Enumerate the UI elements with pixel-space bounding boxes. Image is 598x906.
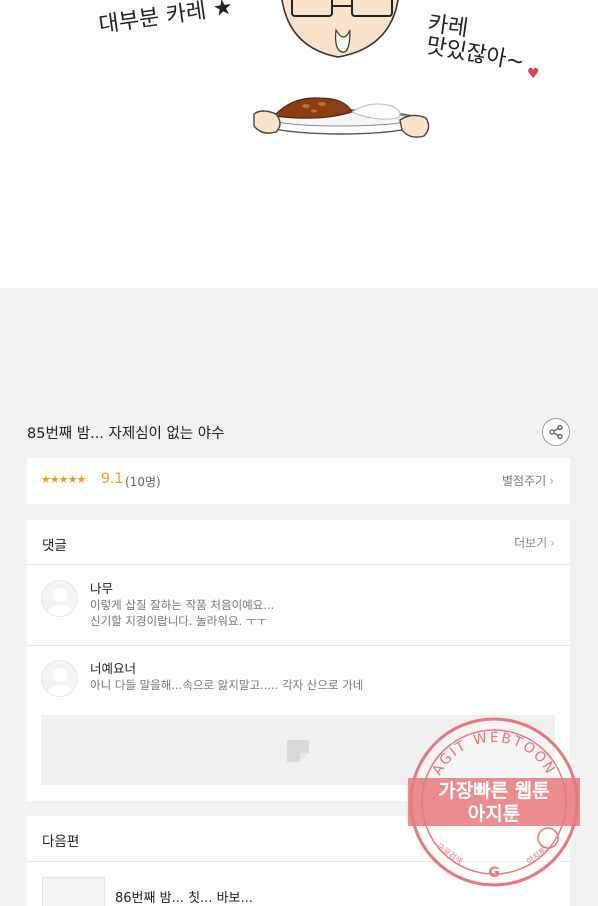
chevron-right-icon: › [549, 474, 554, 488]
comic-illustration [253, 0, 430, 138]
rate-button[interactable]: 별점주기 › [502, 472, 554, 489]
rating-stars: ★★★★★ [41, 473, 86, 486]
image-placeholder-icon [287, 740, 309, 762]
next-episode-title[interactable]: 86번째 밤... 칫... 바보... [115, 887, 253, 906]
rating-count: (10명) [125, 475, 161, 489]
comment-text-line: 신기할 지경이랍니다. 놀라워요. ㅜㅜ [90, 614, 267, 628]
comment-text: 아니 다들 말을해...속으로 앓지말고..... 각자 산으로 가네 [90, 677, 550, 693]
comment-item: 너예요너 아니 다들 말을해...속으로 앓지말고..... 각자 산으로 가네 [27, 646, 570, 716]
comments-more-label: 더보기 [514, 536, 548, 550]
watermark-stamp: AGIT WEBTOON 가장빠른 웹툰 아지툰 구글검색 아지툰 G [408, 717, 580, 887]
comment-author: 너예요너 [90, 661, 137, 676]
rate-button-label: 별점주기 [502, 474, 547, 488]
episode-title: 85번째 밤... 자제심이 없는 야수 [27, 426, 225, 442]
watermark-line1: 가장빠른 웹툰 [438, 780, 550, 802]
comments-title: 댓글 [42, 538, 67, 554]
comments-header: 댓글 더보기 › [27, 520, 570, 565]
user-icon [47, 588, 74, 616]
avatar [41, 580, 78, 617]
comment-text: 이렇게 삽질 잘하는 작품 처음이예요... 신기할 지경이랍니다. 놀라워요.… [90, 597, 550, 629]
comment-item: 나무 이렇게 삽질 잘하는 작품 처음이예요... 신기할 지경이랍니다. 놀라… [27, 566, 570, 646]
rating-box: ★★★★★ 9.1 (10명) 별점주기 › [27, 458, 570, 504]
episode-title-row: 85번째 밤... 자제심이 없는 야수 [27, 412, 570, 452]
chevron-right-icon: › [550, 536, 555, 550]
next-episode-header: 다음편 [42, 834, 80, 850]
avatar [41, 660, 78, 697]
comment-text-line: 아니 다들 말을해...속으로 앓지말고..... 각자 산으로 가네 [90, 678, 364, 692]
comment-author: 나무 [90, 581, 114, 596]
comments-more-link[interactable]: 더보기 › [514, 534, 555, 551]
user-icon [47, 668, 74, 696]
watermark-line2: 아지툰 [468, 803, 520, 825]
comment-text-line: 이렇게 삽질 잘하는 작품 처음이예요... [90, 598, 275, 612]
share-button[interactable] [542, 418, 570, 446]
share-icon [549, 424, 563, 440]
google-g-icon: G [488, 865, 500, 881]
comic-panel: 대부분 카레 ★ 카레 맛있잖아~ ♥ [0, 0, 598, 288]
rating-score: 9.1 [101, 471, 124, 487]
next-episode-thumbnail[interactable] [42, 877, 105, 906]
